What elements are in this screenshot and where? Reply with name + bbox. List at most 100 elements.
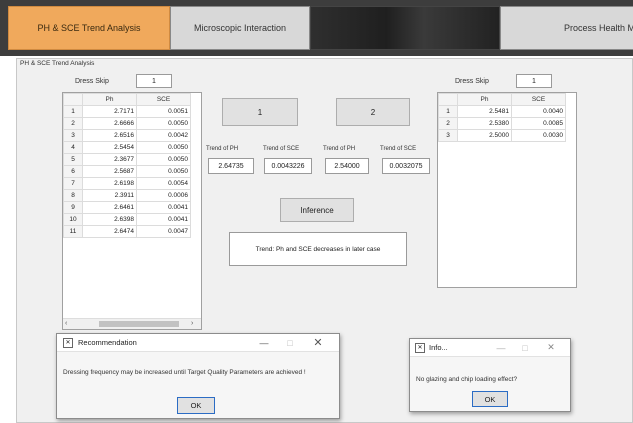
table-row[interactable]: 2 2.5380 0.0085 — [438, 117, 566, 130]
row-number: 1 — [438, 105, 458, 118]
right-data-table[interactable]: Ph SCE 1 2.5481 0.0040 2 2.5380 0.0085 3 2.50… — [437, 92, 577, 288]
ph-cell[interactable]: 2.3911 — [82, 189, 137, 202]
trend-of-ph-label-2: Trend of PH — [323, 146, 356, 152]
table-row[interactable]: 3 2.6516 0.0042 — [63, 129, 191, 142]
scroll-thumb[interactable] — [99, 321, 179, 327]
trend-of-ph-field-1[interactable]: 2.64735 — [208, 158, 254, 174]
trend-of-ph-field-2[interactable]: 2.54000 — [325, 158, 369, 174]
trend-button-1[interactable]: 1 — [222, 98, 298, 126]
ph-cell[interactable]: 2.6666 — [82, 117, 137, 130]
info-dialog: ✕ Info... — □ ✕ No glazing and chip load… — [409, 338, 571, 412]
row-number: 7 — [63, 177, 83, 190]
table-row[interactable]: 11 2.6474 0.0047 — [63, 225, 191, 238]
minimize-icon[interactable]: — — [253, 334, 275, 351]
ok-button[interactable]: OK — [177, 397, 215, 414]
recommendation-dialog: ✕ Recommendation — □ ✕ Dressing frequenc… — [56, 333, 340, 419]
sce-cell[interactable]: 0.0041 — [136, 201, 191, 214]
app-icon: ✕ — [63, 337, 73, 348]
row-number: 4 — [63, 141, 83, 154]
close-icon[interactable]: ✕ — [540, 339, 562, 356]
ph-cell[interactable]: 2.6516 — [82, 129, 137, 142]
close-icon[interactable]: ✕ — [307, 334, 329, 351]
right-dress-skip-input[interactable]: 1 — [516, 74, 552, 88]
trend-of-ph-label-1: Trend of PH — [206, 146, 239, 152]
ph-cell[interactable]: 2.5380 — [457, 117, 512, 130]
left-col-sce: SCE — [136, 93, 191, 106]
table-row[interactable]: 9 2.6461 0.0041 — [63, 201, 191, 214]
dialog-title: Info... — [429, 343, 448, 352]
tab-ph-sce-trend-analysis[interactable]: PH & SCE Trend Analysis — [8, 6, 170, 50]
app-icon: ✕ — [415, 342, 425, 353]
minimize-icon[interactable]: — — [490, 339, 512, 356]
ph-cell[interactable]: 2.6474 — [82, 225, 137, 238]
sce-cell[interactable]: 0.0047 — [136, 225, 191, 238]
table-row[interactable]: 1 2.7171 0.0051 — [63, 105, 191, 118]
ph-cell[interactable]: 2.5000 — [457, 129, 512, 142]
dialog-message: No glazing and chip loading effect? — [416, 376, 518, 383]
panel-title: PH & SCE Trend Analysis — [20, 60, 95, 67]
right-col-ph: Ph — [457, 93, 512, 106]
trend-of-sce-label-1: Trend of SCE — [263, 146, 300, 152]
sce-cell[interactable]: 0.0040 — [511, 105, 566, 118]
right-dress-skip-label: Dress Skip — [455, 78, 489, 85]
table-row[interactable]: 4 2.5454 0.0050 — [63, 141, 191, 154]
left-data-table[interactable]: Ph SCE 1 2.7171 0.0051 2 2.6666 0.0050 3 2.65… — [62, 92, 202, 330]
sce-cell[interactable]: 0.0050 — [136, 165, 191, 178]
trend-of-sce-field-2[interactable]: 0.0032075 — [382, 158, 430, 174]
tab-strip: PH & SCE Trend Analysis Microscopic Inte… — [0, 0, 633, 56]
trend-of-sce-field-1[interactable]: 0.0043226 — [264, 158, 312, 174]
tab-process-health[interactable]: Process Health M — [500, 6, 633, 50]
ph-cell[interactable]: 2.6198 — [82, 177, 137, 190]
table-row[interactable]: 6 2.5687 0.0050 — [63, 165, 191, 178]
table-row[interactable]: 1 2.5481 0.0040 — [438, 105, 566, 118]
table-row[interactable]: 10 2.6398 0.0041 — [63, 213, 191, 226]
ph-cell[interactable]: 2.7171 — [82, 105, 137, 118]
sce-cell[interactable]: 0.0050 — [136, 141, 191, 154]
ph-cell[interactable]: 2.5454 — [82, 141, 137, 154]
left-col-index — [63, 93, 83, 106]
trend-of-sce-label-2: Trend of SCE — [380, 146, 417, 152]
row-number: 5 — [63, 153, 83, 166]
sce-cell[interactable]: 0.0042 — [136, 129, 191, 142]
sce-cell[interactable]: 0.0030 — [511, 129, 566, 142]
maximize-icon: □ — [522, 342, 528, 353]
row-number: 2 — [63, 117, 83, 130]
sce-cell[interactable]: 0.0050 — [136, 153, 191, 166]
right-col-sce: SCE — [511, 93, 566, 106]
tab-microscopic-interaction[interactable]: Microscopic Interaction — [170, 6, 310, 50]
row-number: 10 — [63, 213, 83, 226]
table-row[interactable]: 7 2.6198 0.0054 — [63, 177, 191, 190]
right-col-index — [438, 93, 458, 106]
ph-cell[interactable]: 2.5481 — [457, 105, 512, 118]
inference-button[interactable]: Inference — [280, 198, 354, 222]
row-number: 11 — [63, 225, 83, 238]
table-row[interactable]: 3 2.5000 0.0030 — [438, 129, 566, 142]
sce-cell[interactable]: 0.0054 — [136, 177, 191, 190]
left-dress-skip-input[interactable]: 1 — [136, 74, 172, 88]
inference-result-text: Trend: Ph and SCE decreases in later cas… — [229, 232, 407, 266]
ph-cell[interactable]: 2.3677 — [82, 153, 137, 166]
table-row[interactable]: 5 2.3677 0.0050 — [63, 153, 191, 166]
horizontal-scrollbar[interactable]: ‹ › — [63, 318, 201, 329]
row-number: 6 — [63, 165, 83, 178]
row-number: 3 — [63, 129, 83, 142]
sce-cell[interactable]: 0.0051 — [136, 105, 191, 118]
trend-button-2[interactable]: 2 — [336, 98, 410, 126]
ok-button[interactable]: OK — [472, 391, 508, 407]
scroll-right-icon[interactable]: › — [191, 320, 199, 328]
tab-dark-image[interactable] — [310, 6, 500, 50]
row-number: 8 — [63, 189, 83, 202]
row-number: 9 — [63, 201, 83, 214]
row-number: 3 — [438, 129, 458, 142]
sce-cell[interactable]: 0.0085 — [511, 117, 566, 130]
sce-cell[interactable]: 0.0050 — [136, 117, 191, 130]
ph-cell[interactable]: 2.6461 — [82, 201, 137, 214]
ph-cell[interactable]: 2.5687 — [82, 165, 137, 178]
table-row[interactable]: 8 2.3911 0.0006 — [63, 189, 191, 202]
sce-cell[interactable]: 0.0006 — [136, 189, 191, 202]
ph-cell[interactable]: 2.6398 — [82, 213, 137, 226]
sce-cell[interactable]: 0.0041 — [136, 213, 191, 226]
scroll-left-icon[interactable]: ‹ — [65, 320, 73, 328]
maximize-icon: □ — [287, 337, 293, 348]
table-row[interactable]: 2 2.6666 0.0050 — [63, 117, 191, 130]
